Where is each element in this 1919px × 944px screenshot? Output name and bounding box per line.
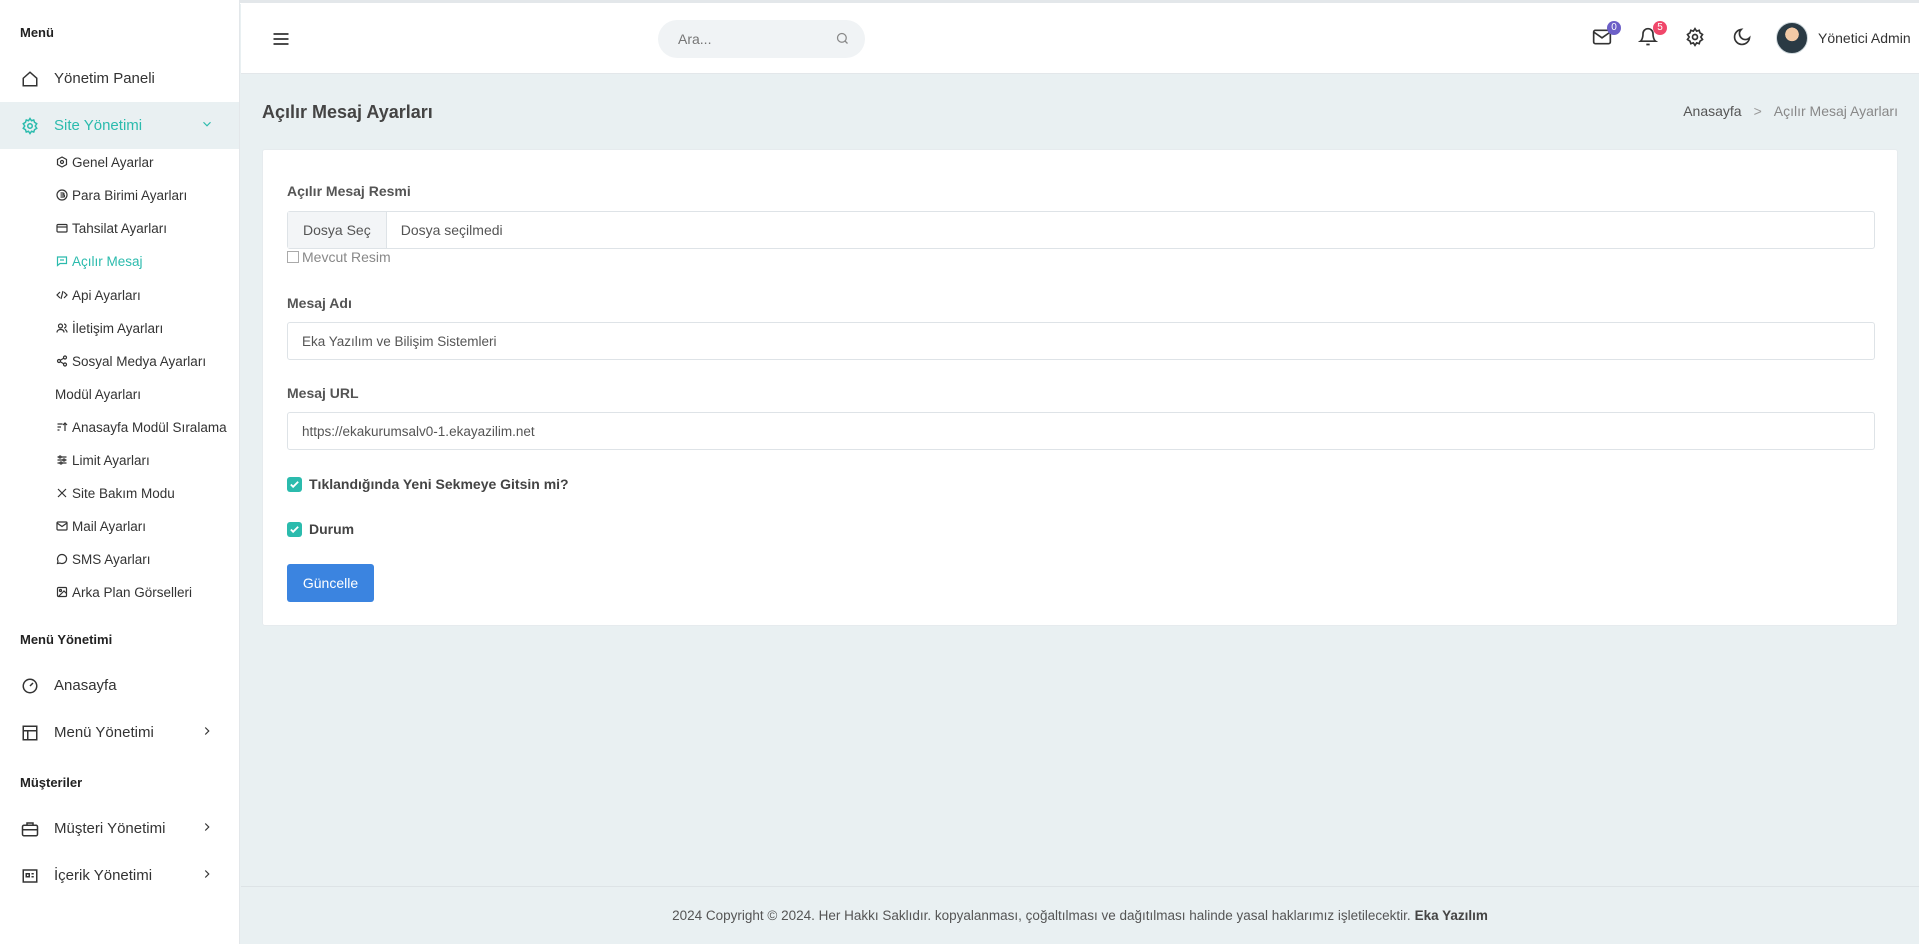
tools-icon — [55, 486, 69, 500]
chevron-right-icon — [200, 820, 216, 836]
footer-brand[interactable]: Eka Yazılım — [1415, 908, 1488, 923]
sidebar-item-content-management[interactable]: İçerik Yönetimi — [0, 852, 239, 899]
search-input[interactable] — [678, 31, 828, 47]
avatar — [1776, 22, 1808, 54]
status-checkbox-row[interactable]: Durum — [287, 521, 354, 537]
breadcrumb-current: Açılır Mesaj Ayarları — [1773, 103, 1898, 119]
search-icon[interactable] — [835, 31, 851, 47]
new-tab-label: Tıklandığında Yeni Sekmeye Gitsin mi? — [309, 476, 569, 492]
new-tab-checkbox[interactable] — [287, 476, 302, 492]
sidebar-subitem-module-settings[interactable]: Modül Ayarları — [55, 384, 141, 404]
notifications-button[interactable]: 5 — [1637, 21, 1667, 50]
sidebar: Menü Yönetim Paneli Site Yönetimi Genel … — [0, 0, 240, 944]
breadcrumb: Anasayfa > Açılır Mesaj Ayarları — [1683, 103, 1898, 119]
sidebar-section-menu: Menü — [20, 25, 54, 40]
sidebar-subitem-mail-settings[interactable]: Mail Ayarları — [55, 516, 146, 536]
sidebar-section-customers: Müşteriler — [20, 775, 83, 790]
sidebar-item-label: Yönetim Paneli — [54, 70, 155, 87]
current-image: Mevcut Resim — [287, 249, 391, 265]
file-status: Dosya seçilmedi — [400, 222, 503, 238]
sidebar-item-label: İçerik Yönetimi — [54, 867, 153, 884]
sidebar-subitem-api-settings[interactable]: Api Ayarları — [55, 285, 141, 305]
name-label: Mesaj Adı — [287, 295, 352, 311]
settings-button[interactable] — [1684, 26, 1706, 52]
currency-icon — [55, 188, 69, 202]
sort-icon — [55, 420, 69, 434]
broken-image-icon — [287, 251, 299, 263]
gear-icon — [20, 116, 40, 136]
sidebar-subitem-general-settings[interactable]: Genel Ayarlar — [55, 152, 154, 172]
choose-file-button[interactable]: Dosya Seç — [288, 212, 387, 248]
sidebar-item-label: Menü Yönetimi — [54, 724, 154, 741]
chevron-right-icon — [200, 724, 216, 740]
home-icon — [20, 69, 40, 89]
wallet-icon — [55, 221, 69, 235]
message-name-input[interactable] — [287, 322, 1875, 360]
sidebar-item-menu-management[interactable]: Menü Yönetimi — [0, 709, 239, 756]
gear-icon — [1685, 26, 1705, 52]
footer: 2024 Copyright © 2024. Her Hakkı Saklıdı… — [241, 886, 1919, 944]
new-tab-checkbox-row[interactable]: Tıklandığında Yeni Sekmeye Gitsin mi? — [287, 476, 569, 492]
sidebar-subitem-sms-settings[interactable]: SMS Ayarları — [55, 549, 151, 569]
content-icon — [20, 866, 40, 886]
sidebar-subitem-maintenance-mode[interactable]: Site Bakım Modu — [55, 483, 175, 503]
sidebar-subitem-payment-settings[interactable]: Tahsilat Ayarları — [55, 218, 167, 238]
file-input[interactable]: Dosya Seç Dosya seçilmedi — [287, 211, 1875, 249]
breadcrumb-home-link[interactable]: Anasayfa — [1683, 103, 1741, 119]
briefcase-icon — [20, 819, 40, 839]
chevron-down-icon — [200, 117, 216, 133]
sidebar-item-homepage[interactable]: Anasayfa — [0, 662, 239, 709]
url-label: Mesaj URL — [287, 385, 359, 401]
sidebar-item-customer-management[interactable]: Müşteri Yönetimi — [0, 805, 239, 852]
chevron-right-icon — [200, 867, 216, 883]
moon-icon — [1732, 27, 1752, 52]
update-button[interactable]: Güncelle — [287, 564, 374, 602]
mail-icon — [55, 519, 69, 533]
sidebar-item-site-management[interactable]: Site Yönetimi — [0, 102, 239, 149]
mail-count-badge: 0 — [1607, 21, 1621, 35]
sidebar-subitem-homepage-module-order[interactable]: Anasayfa Modül Sıralama — [55, 417, 227, 437]
user-menu[interactable]: Yönetici Admin — [1776, 22, 1911, 54]
code-icon — [55, 288, 69, 302]
status-label: Durum — [309, 521, 355, 537]
notification-count-badge: 5 — [1653, 21, 1667, 35]
user-name: Yönetici Admin — [1818, 30, 1911, 46]
sidebar-subitem-contact-settings[interactable]: İletişim Ayarları — [55, 318, 163, 338]
sidebar-item-label: Site Yönetimi — [54, 117, 143, 134]
sidebar-subitem-background-images[interactable]: Arka Plan Görselleri — [55, 582, 192, 602]
sidebar-subitem-popup-message[interactable]: Açılır Mesaj — [55, 251, 143, 271]
status-checkbox[interactable] — [287, 521, 302, 537]
dashboard-gauge-icon — [20, 676, 40, 696]
layout-icon — [20, 723, 40, 743]
current-image-alt: Mevcut Resim — [302, 249, 391, 265]
users-icon — [55, 321, 69, 335]
mail-button[interactable]: 0 — [1591, 21, 1621, 50]
sidebar-item-label: Anasayfa — [54, 677, 117, 694]
sidebar-subitem-currency-settings[interactable]: Para Birimi Ayarları — [55, 185, 187, 205]
image-label: Açılır Mesaj Resmi — [287, 183, 411, 199]
search-box — [658, 20, 865, 58]
sidebar-section-menu-management: Menü Yönetimi — [20, 632, 113, 647]
sidebar-subitem-limit-settings[interactable]: Limit Ayarları — [55, 450, 150, 470]
top-header: 0 5 Yönetici Admin — [241, 4, 1919, 74]
sidebar-item-dashboard[interactable]: Yönetim Paneli — [0, 55, 239, 102]
popup-settings-card: Açılır Mesaj Resmi Dosya Seç Dosya seçil… — [262, 149, 1898, 626]
chat-icon — [55, 552, 69, 566]
sliders-icon — [55, 453, 69, 467]
breadcrumb-separator: > — [1753, 103, 1762, 119]
message-url-input[interactable] — [287, 412, 1875, 450]
page-title: Açılır Mesaj Ayarları — [262, 102, 433, 122]
sidebar-item-label: Müşteri Yönetimi — [54, 820, 166, 837]
dark-mode-toggle[interactable] — [1731, 27, 1753, 52]
sidebar-subitem-social-media-settings[interactable]: Sosyal Medya Ayarları — [55, 351, 206, 371]
share-icon — [55, 354, 69, 368]
hexagon-gear-icon — [55, 155, 69, 169]
footer-text: 2024 Copyright © 2024. Her Hakkı Saklıdı… — [672, 908, 1411, 923]
hamburger-menu-icon[interactable] — [271, 29, 291, 49]
message-icon — [55, 254, 69, 268]
image-icon — [55, 585, 69, 599]
